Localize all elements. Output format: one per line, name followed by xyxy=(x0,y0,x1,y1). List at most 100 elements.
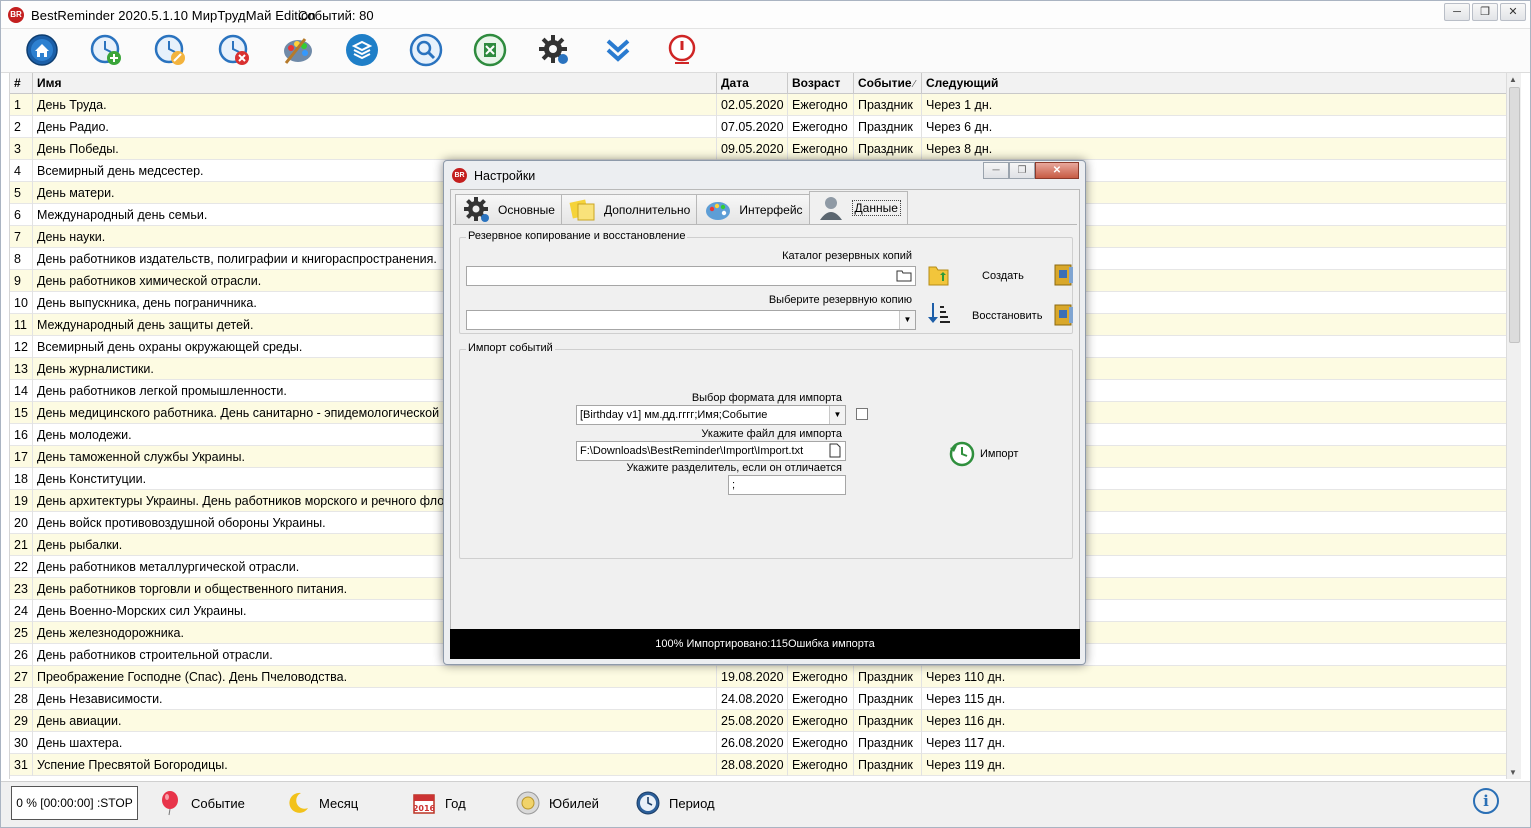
filter-month-button[interactable]: Месяц xyxy=(285,788,358,818)
table-row[interactable]: 29 День авиации. 25.08.2020 Ежегодно Праздни… xyxy=(10,710,1506,732)
cell-name: День Победы. xyxy=(33,138,717,160)
tab-basic[interactable]: Основные xyxy=(455,194,562,224)
chevron-down-icon[interactable]: ▼ xyxy=(899,311,915,329)
dialog-maximize-button[interactable]: ❐ xyxy=(1009,162,1035,179)
tab-additional[interactable]: Дополнительно xyxy=(560,194,698,224)
cell-date: 25.08.2020 xyxy=(717,710,788,732)
archive-restore-icon[interactable] xyxy=(1052,302,1076,326)
import-format-dropdown[interactable]: [Birthday v1] мм.дд.гггг;Имя;Событие ▼ xyxy=(576,405,846,425)
import-separator-input[interactable]: ; xyxy=(728,475,846,495)
column-header-next[interactable]: Следующий xyxy=(922,73,1506,94)
column-header-event[interactable]: Событие ⁄ xyxy=(854,73,922,94)
cell-n: 19 xyxy=(10,490,33,512)
cell-next: Через 6 дн. xyxy=(922,116,1506,138)
filter-event-button[interactable]: Событие xyxy=(157,788,245,818)
tab-interface-label: Интерфейс xyxy=(739,202,803,217)
restore-backup-button[interactable]: Восстановить xyxy=(972,310,1042,322)
table-row[interactable]: 30 День шахтера. 26.08.2020 Ежегодно Праздни… xyxy=(10,732,1506,754)
cell-n: 27 xyxy=(10,666,33,688)
file-icon[interactable] xyxy=(829,443,843,459)
table-row[interactable]: 1 День Труда. 02.05.2020 Ежегодно Праздник Че… xyxy=(10,94,1506,116)
table-row[interactable]: 31 Успение Пресвятой Богородицы. 28.08.202… xyxy=(10,754,1506,776)
notes-icon xyxy=(568,196,598,224)
settings-gear-icon[interactable] xyxy=(537,33,571,67)
table-row[interactable]: 3 День Победы. 09.05.2020 Ежегодно Праздник Ч… xyxy=(10,138,1506,160)
import-file-label: Укажите файл для импорта xyxy=(701,428,842,440)
scrollbar-thumb[interactable] xyxy=(1509,87,1520,343)
cell-next: Через 8 дн. xyxy=(922,138,1506,160)
dialog-close-button[interactable]: ✕ xyxy=(1035,162,1079,179)
close-button[interactable]: ✕ xyxy=(1500,3,1526,21)
cell-n: 29 xyxy=(10,710,33,732)
clock-icon xyxy=(635,790,661,816)
cell-n: 24 xyxy=(10,600,33,622)
filter-period-button[interactable]: Период xyxy=(635,788,715,818)
cell-name: День Труда. xyxy=(33,94,717,116)
home-icon[interactable] xyxy=(25,33,59,67)
tab-data[interactable]: Данные xyxy=(808,191,908,224)
cell-n: 21 xyxy=(10,534,33,556)
layers-icon[interactable] xyxy=(345,33,379,67)
add-event-icon[interactable] xyxy=(89,33,123,67)
excel-icon[interactable] xyxy=(473,33,507,67)
table-header: # Имя Дата Возраст Событие ⁄ Следующий xyxy=(10,73,1506,94)
gear-icon xyxy=(462,196,492,224)
cell-n: 3 xyxy=(10,138,33,160)
scroll-up-icon[interactable]: ▲ xyxy=(1509,75,1517,84)
chevron-down-icon[interactable]: ▼ xyxy=(829,406,845,424)
column-header-name[interactable]: Имя xyxy=(33,73,717,94)
delete-event-icon[interactable] xyxy=(217,33,251,67)
backup-catalog-input[interactable] xyxy=(466,266,916,286)
cell-next: Через 110 дн. xyxy=(922,666,1506,688)
table-row[interactable]: 2 День Радио. 07.05.2020 Ежегодно Праздник Че… xyxy=(10,116,1506,138)
filter-jubilee-button[interactable]: Юбилей xyxy=(515,788,599,818)
select-backup-dropdown[interactable]: ▼ xyxy=(466,310,916,330)
create-backup-button[interactable]: Создать xyxy=(982,270,1024,282)
table-row[interactable]: 28 День Независимости. 24.08.2020 Ежегодно П… xyxy=(10,688,1506,710)
backup-folder-icon xyxy=(926,262,952,288)
column-header-number[interactable]: # xyxy=(10,73,33,94)
app-logo-icon: BR xyxy=(8,7,24,23)
import-format-checkbox[interactable] xyxy=(856,408,868,420)
balloons-icon xyxy=(157,790,183,816)
filter-year-label: Год xyxy=(445,795,466,811)
archive-create-icon[interactable] xyxy=(1052,262,1076,286)
maximize-button[interactable]: ❐ xyxy=(1472,3,1498,21)
cell-n: 8 xyxy=(10,248,33,270)
import-file-value: F:\Downloads\BestReminder\Import\Import.… xyxy=(580,445,804,457)
info-icon[interactable]: i xyxy=(1473,788,1499,814)
edit-event-icon[interactable] xyxy=(153,33,187,67)
scroll-down-icon[interactable]: ▼ xyxy=(1509,768,1517,777)
cell-event: Праздник xyxy=(854,94,922,116)
cell-n: 26 xyxy=(10,644,33,666)
dialog-status-bar: 100% Импортировано:115Ошибка импорта xyxy=(450,629,1080,659)
import-file-input[interactable]: F:\Downloads\BestReminder\Import\Import.… xyxy=(576,441,846,461)
cell-age: Ежегодно xyxy=(788,754,854,776)
cell-next: Через 115 дн. xyxy=(922,688,1506,710)
tab-interface[interactable]: Интерфейс xyxy=(696,194,810,224)
cell-n: 15 xyxy=(10,402,33,424)
vertical-scrollbar[interactable]: ▲ ▼ xyxy=(1506,73,1521,779)
import-clock-icon[interactable] xyxy=(948,440,976,468)
backup-group-title: Резервное копирование и восстановление xyxy=(466,230,688,242)
column-header-date[interactable]: Дата xyxy=(717,73,788,94)
cell-name: День Радио. xyxy=(33,116,717,138)
cell-date: 09.05.2020 xyxy=(717,138,788,160)
backup-group: Резервное копирование и восстановление К… xyxy=(459,230,1076,334)
minimize-button[interactable]: ─ xyxy=(1444,3,1470,21)
tab-data-label: Данные xyxy=(851,200,901,216)
cell-next: Через 117 дн. xyxy=(922,732,1506,754)
collapse-down-icon[interactable] xyxy=(601,33,635,67)
column-header-age[interactable]: Возраст xyxy=(788,73,854,94)
table-row[interactable]: 27 Преображение Господне (Спас). День Пче… xyxy=(10,666,1506,688)
palette-icon[interactable] xyxy=(281,33,315,67)
power-off-icon[interactable] xyxy=(665,33,699,67)
folder-open-icon[interactable] xyxy=(896,268,912,284)
import-button[interactable]: Импорт xyxy=(980,448,1018,460)
search-icon[interactable] xyxy=(409,33,443,67)
toolbar xyxy=(1,29,1530,73)
filter-year-button[interactable]: 2016 Год xyxy=(411,788,466,818)
dialog-minimize-button[interactable]: ─ xyxy=(983,162,1009,179)
cell-event: Праздник xyxy=(854,732,922,754)
dialog-title-bar: BR Настройки ─ ❐ ✕ xyxy=(444,161,1085,189)
